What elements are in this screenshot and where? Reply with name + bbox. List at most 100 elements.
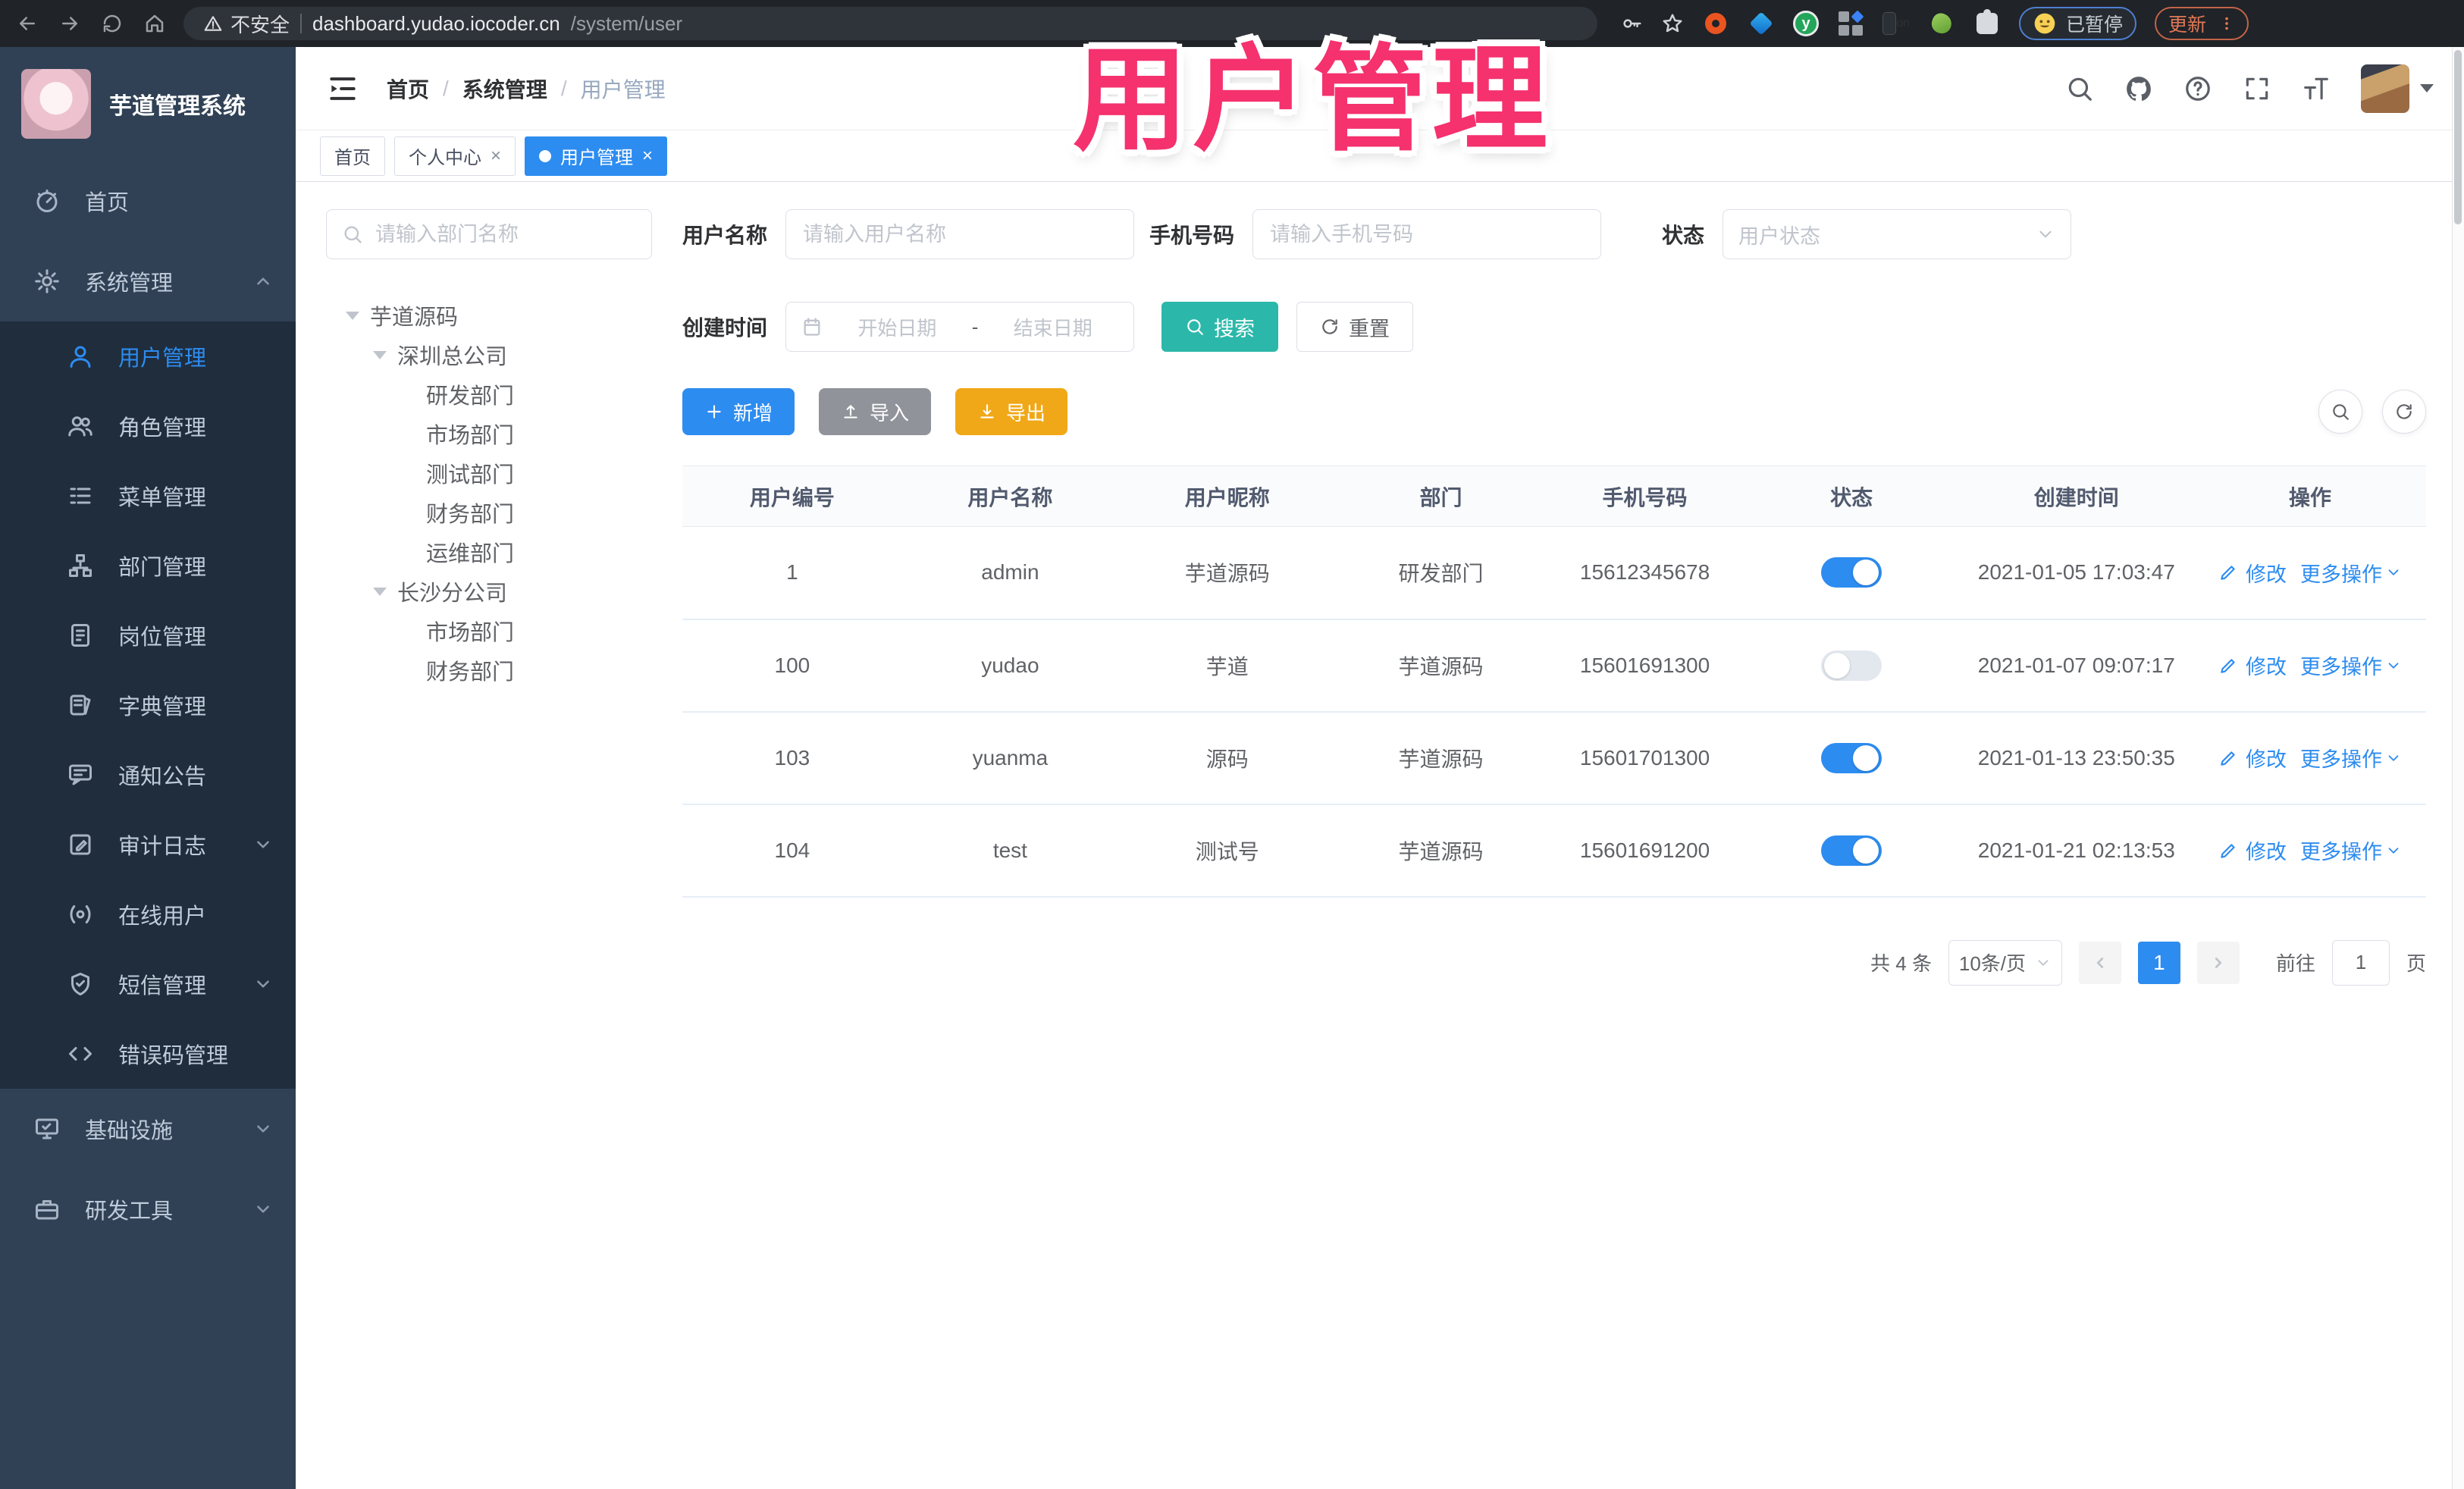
- import-button[interactable]: 导入: [819, 388, 932, 435]
- sidebar-item-errcode-mgmt[interactable]: 错误码管理: [0, 1019, 296, 1089]
- sidebar-item-role-mgmt[interactable]: 角色管理: [0, 391, 296, 461]
- status-select[interactable]: 用户状态: [1723, 209, 2072, 259]
- edit-log-icon: [67, 831, 94, 858]
- prev-page-button[interactable]: [2078, 941, 2121, 984]
- chevron-right-icon: [2215, 957, 2222, 968]
- more-actions-link[interactable]: 更多操作: [2300, 835, 2402, 865]
- sidebar-item-dev-tools[interactable]: 研发工具: [0, 1169, 296, 1249]
- sidebar-item-system[interactable]: 系统管理: [0, 241, 296, 321]
- tree-node-root[interactable]: 芋道源码: [326, 296, 652, 335]
- page-number-active[interactable]: 1: [2137, 941, 2180, 984]
- tree-node-branch[interactable]: 深圳总公司: [326, 335, 652, 375]
- export-button[interactable]: 导出: [955, 388, 1068, 435]
- app-logo-row[interactable]: 芋道管理系统: [0, 47, 296, 161]
- sidebar-item-dict-mgmt[interactable]: 字典管理: [0, 670, 296, 740]
- sidebar-collapse-icon[interactable]: [326, 72, 359, 105]
- browser-update-button[interactable]: 更新: [2155, 7, 2249, 40]
- calendar-icon: [804, 318, 820, 336]
- sidebar-item-post-mgmt[interactable]: 岗位管理: [0, 600, 296, 670]
- status-toggle[interactable]: [1821, 650, 1882, 681]
- font-size-icon[interactable]: [2302, 74, 2331, 103]
- not-secure-warning[interactable]: 不安全: [203, 10, 290, 38]
- refresh-table-button[interactable]: [2382, 390, 2426, 434]
- puzzle-extension-icon[interactable]: [1973, 9, 2001, 37]
- page-scrollbar[interactable]: [2452, 47, 2464, 1489]
- leaf-extension-icon[interactable]: [1928, 10, 1955, 37]
- sidebar-item-infrastructure[interactable]: 基础设施: [0, 1089, 296, 1169]
- next-page-button[interactable]: [2196, 941, 2240, 984]
- bookmark-star-icon[interactable]: [1661, 12, 1684, 35]
- monitor-icon: [33, 1115, 61, 1143]
- close-icon[interactable]: ×: [642, 146, 653, 165]
- search-icon: [344, 226, 362, 243]
- tree-node-leaf[interactable]: 财务部门: [326, 493, 652, 532]
- tab-home[interactable]: 首页: [320, 136, 385, 176]
- search-icon[interactable]: [2065, 74, 2094, 103]
- sidebar-item-home[interactable]: 首页: [0, 161, 296, 241]
- sidebar-item-online-users[interactable]: 在线用户: [0, 879, 296, 949]
- ubuntu-extension-icon[interactable]: [1702, 10, 1729, 37]
- tree-node-branch[interactable]: 长沙分公司: [326, 572, 652, 611]
- date-range-picker[interactable]: 开始日期 - 结束日期: [785, 302, 1135, 352]
- status-toggle[interactable]: [1821, 742, 1882, 773]
- switch-on-extension-icon[interactable]: on: [1882, 10, 1910, 37]
- username-input[interactable]: [801, 221, 1119, 247]
- sidebar-item-menu-mgmt[interactable]: 菜单管理: [0, 461, 296, 531]
- add-button[interactable]: 新增: [682, 388, 795, 435]
- home-icon[interactable]: [141, 10, 168, 37]
- tree-node-leaf[interactable]: 运维部门: [326, 532, 652, 572]
- caret-down-icon[interactable]: [373, 587, 387, 596]
- sidebar-item-sms-mgmt[interactable]: 短信管理: [0, 949, 296, 1019]
- dept-search-box[interactable]: [326, 209, 652, 259]
- github-icon[interactable]: [2124, 74, 2153, 103]
- dept-search-input[interactable]: [374, 221, 636, 247]
- mobile-input[interactable]: [1268, 221, 1586, 247]
- breadcrumb-system[interactable]: 系统管理: [462, 74, 547, 104]
- more-actions-link[interactable]: 更多操作: [2300, 743, 2402, 773]
- fullscreen-icon[interactable]: [2243, 74, 2271, 103]
- password-key-icon[interactable]: [1620, 12, 1643, 35]
- sidebar-item-dept-mgmt[interactable]: 部门管理: [0, 531, 296, 600]
- reset-button[interactable]: 重置: [1296, 302, 1414, 352]
- tab-user-mgmt[interactable]: 用户管理 ×: [525, 136, 668, 176]
- help-icon[interactable]: [2183, 74, 2212, 103]
- caret-down-icon[interactable]: [346, 311, 359, 320]
- forward-icon[interactable]: [56, 10, 83, 37]
- edit-link[interactable]: 修改: [2246, 835, 2287, 865]
- y-extension-icon[interactable]: y: [1793, 11, 1819, 36]
- tree-node-leaf[interactable]: 财务部门: [326, 650, 652, 690]
- sidebar-item-user-mgmt[interactable]: 用户管理: [0, 321, 296, 391]
- tree-node-leaf[interactable]: 市场部门: [326, 611, 652, 650]
- goto-page-input[interactable]: [2331, 939, 2390, 986]
- tab-profile[interactable]: 个人中心 ×: [394, 136, 516, 176]
- gem-extension-icon[interactable]: [1748, 10, 1775, 37]
- more-actions-link[interactable]: 更多操作: [2300, 558, 2402, 588]
- page-size-select[interactable]: 10条/页: [1948, 939, 2062, 986]
- status-toggle[interactable]: [1821, 835, 1882, 866]
- back-icon[interactable]: [14, 10, 41, 37]
- search-button[interactable]: 搜索: [1161, 302, 1279, 352]
- breadcrumb-home[interactable]: 首页: [387, 74, 429, 104]
- caret-down-icon[interactable]: [373, 350, 387, 359]
- edit-link[interactable]: 修改: [2246, 650, 2287, 680]
- sidebar-item-notice[interactable]: 通知公告: [0, 740, 296, 810]
- tree-node-leaf[interactable]: 测试部门: [326, 453, 652, 493]
- sidebar-item-audit-log[interactable]: 审计日志: [0, 810, 296, 879]
- user-menu[interactable]: [2361, 64, 2434, 113]
- reload-icon[interactable]: [99, 10, 126, 37]
- tree-node-leaf[interactable]: 市场部门: [326, 414, 652, 453]
- col-user-id: 用户编号: [682, 466, 902, 527]
- profile-paused-chip[interactable]: 已暂停: [2019, 7, 2137, 40]
- close-icon[interactable]: ×: [491, 146, 501, 165]
- edit-link[interactable]: 修改: [2246, 743, 2287, 773]
- status-toggle[interactable]: [1821, 557, 1882, 588]
- grid-extension-icon[interactable]: [1837, 10, 1864, 37]
- username-field[interactable]: [785, 209, 1135, 259]
- edit-link[interactable]: 修改: [2246, 558, 2287, 588]
- toggle-search-button[interactable]: [2318, 390, 2362, 434]
- scrollbar-thumb[interactable]: [2454, 50, 2462, 224]
- tree-node-leaf[interactable]: 研发部门: [326, 375, 652, 414]
- mobile-label: 手机号码: [1149, 224, 1235, 247]
- mobile-field[interactable]: [1252, 209, 1602, 259]
- more-actions-link[interactable]: 更多操作: [2300, 650, 2402, 680]
